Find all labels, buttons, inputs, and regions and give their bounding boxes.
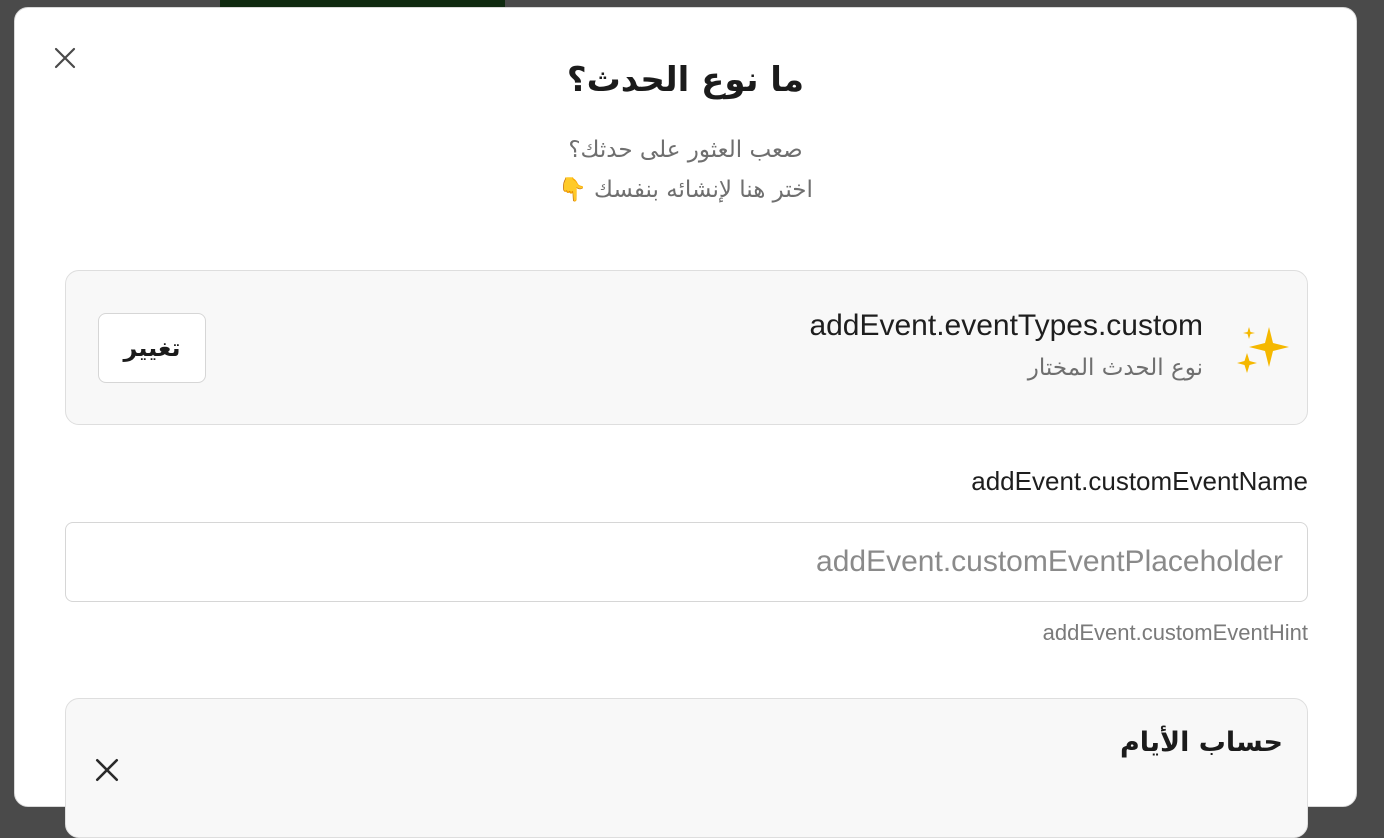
day-counter-card: حساب الأيام bbox=[65, 698, 1308, 838]
day-counter-title: حساب الأيام bbox=[1119, 727, 1283, 758]
modal-title: ما نوع الحدث؟ bbox=[566, 60, 805, 100]
custom-event-name-input[interactable] bbox=[65, 522, 1308, 602]
subtitle-line-2: اختر هنا لإنشائه بنفسك 👇 bbox=[558, 177, 813, 203]
subtitle-line-1: صعب العثور على حدثك؟ bbox=[568, 137, 803, 163]
custom-event-name-label: addEvent.customEventName bbox=[971, 466, 1308, 496]
selected-event-type-card: addEvent.eventTypes.custom نوع الحدث الم… bbox=[65, 270, 1308, 425]
change-event-type-button[interactable]: تغيير bbox=[98, 313, 206, 383]
custom-event-hint: addEvent.customEventHint bbox=[1042, 620, 1308, 645]
sparkles-icon bbox=[1237, 327, 1289, 373]
event-type-modal: ما نوع الحدث؟ صعب العثور على حدثك؟ اختر … bbox=[14, 7, 1357, 838]
selected-event-type-name: addEvent.eventTypes.custom bbox=[809, 309, 1203, 342]
selected-event-type-caption: نوع الحدث المختار bbox=[1027, 355, 1203, 381]
close-icon[interactable] bbox=[94, 757, 120, 783]
modal-subtitle: صعب العثور على حدثك؟ اختر هنا لإنشائه بن… bbox=[15, 130, 1356, 210]
